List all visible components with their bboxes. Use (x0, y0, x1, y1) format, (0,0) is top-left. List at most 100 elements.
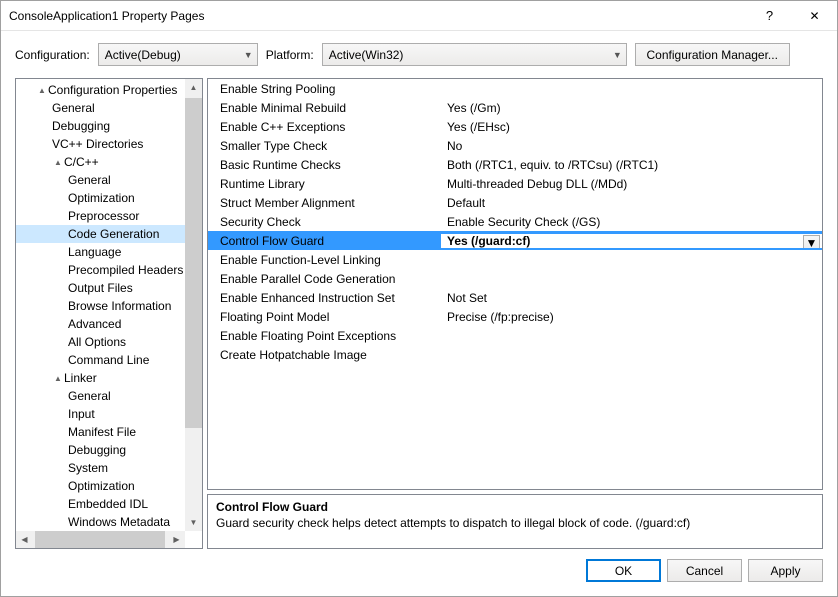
chevron-down-icon: ▼ (806, 236, 818, 248)
tree-node-linker-optimization[interactable]: Optimization (16, 477, 202, 495)
grid-row[interactable]: Floating Point ModelPrecise (/fp:precise… (208, 307, 822, 326)
tree-node-linker-windows-metadata[interactable]: Windows Metadata (16, 513, 202, 531)
tree-node-linker-input[interactable]: Input (16, 405, 202, 423)
scroll-thumb[interactable] (185, 98, 202, 428)
tree-node-linker[interactable]: ▲Linker (16, 369, 202, 387)
chevron-down-icon: ▼ (613, 50, 622, 60)
description-body: Guard security check helps detect attemp… (216, 515, 814, 531)
cancel-button[interactable]: Cancel (667, 559, 742, 582)
tree-node-cpp-preprocessor[interactable]: Preprocessor (16, 207, 202, 225)
scroll-thumb[interactable] (35, 531, 165, 548)
grid-row-label: Enable C++ Exceptions (208, 120, 441, 134)
grid-row[interactable]: Basic Runtime ChecksBoth (/RTC1, equiv. … (208, 155, 822, 174)
grid-row[interactable]: Enable C++ ExceptionsYes (/EHsc) (208, 117, 822, 136)
tree-node-cpp[interactable]: ▲C/C++ (16, 153, 202, 171)
tree-node-linker-manifest-file[interactable]: Manifest File (16, 423, 202, 441)
apply-button[interactable]: Apply (748, 559, 823, 582)
expand-icon: ▲ (52, 158, 64, 167)
grid-row-value[interactable]: Yes (/EHsc) (441, 120, 822, 134)
scroll-left-icon: ◀ (16, 531, 33, 548)
tree-node-linker-debugging[interactable]: Debugging (16, 441, 202, 459)
expand-icon: ▲ (36, 86, 48, 95)
grid-row-value[interactable]: Both (/RTC1, equiv. to /RTCsu) (/RTC1) (441, 158, 822, 172)
grid-row[interactable]: Security CheckEnable Security Check (/GS… (208, 212, 822, 231)
tree-node-cpp-precompiled-headers[interactable]: Precompiled Headers (16, 261, 202, 279)
property-tree[interactable]: ▲Configuration Properties General Debugg… (16, 79, 202, 548)
tree-node-linker-embedded-idl[interactable]: Embedded IDL (16, 495, 202, 513)
platform-label: Platform: (266, 48, 314, 62)
tree-node-cpp-advanced[interactable]: Advanced (16, 315, 202, 333)
ok-button[interactable]: OK (586, 559, 661, 582)
configuration-value: Active(Debug) (105, 48, 181, 62)
grid-row[interactable]: Enable Parallel Code Generation (208, 269, 822, 288)
tree-node-cpp-code-generation[interactable]: Code Generation (16, 225, 202, 243)
tree-vertical-scrollbar[interactable]: ▲ ▼ (185, 79, 202, 531)
grid-row-label: Smaller Type Check (208, 139, 441, 153)
description-panel: Control Flow Guard Guard security check … (207, 494, 823, 549)
titlebar: ConsoleApplication1 Property Pages ? ✕ (1, 1, 837, 31)
tree-node-cpp-language[interactable]: Language (16, 243, 202, 261)
grid-row[interactable]: Struct Member AlignmentDefault (208, 193, 822, 212)
grid-row-label: Enable Parallel Code Generation (208, 272, 441, 286)
grid-row-label: Runtime Library (208, 177, 441, 191)
configuration-manager-button[interactable]: Configuration Manager... (635, 43, 790, 66)
grid-row-label: Create Hotpatchable Image (208, 348, 441, 362)
chevron-down-icon: ▼ (244, 50, 253, 60)
grid-row-value[interactable]: No (441, 139, 822, 153)
grid-row[interactable]: Smaller Type CheckNo (208, 136, 822, 155)
tree-node-config-properties[interactable]: ▲Configuration Properties (16, 81, 202, 99)
scroll-right-icon: ▶ (168, 531, 185, 548)
grid-row[interactable]: Enable String Pooling (208, 79, 822, 98)
grid-row-label: Enable Function-Level Linking (208, 253, 441, 267)
scroll-down-icon: ▼ (185, 514, 202, 531)
grid-row-label: Security Check (208, 215, 441, 229)
grid-row-label: Control Flow Guard (208, 234, 441, 248)
grid-row[interactable]: Create Hotpatchable Image (208, 345, 822, 364)
grid-row[interactable]: Enable Function-Level Linking (208, 250, 822, 269)
grid-row-label: Basic Runtime Checks (208, 158, 441, 172)
close-button[interactable]: ✕ (792, 1, 837, 31)
grid-row[interactable]: Runtime LibraryMulti-threaded Debug DLL … (208, 174, 822, 193)
dropdown-button[interactable]: ▼ (803, 235, 820, 248)
property-grid: Enable String Pooling Enable Minimal Rebu… (207, 78, 823, 490)
tree-node-linker-system[interactable]: System (16, 459, 202, 477)
tree-node-debugging[interactable]: Debugging (16, 117, 202, 135)
grid-row[interactable]: Enable Floating Point Exceptions (208, 326, 822, 345)
grid-row-value[interactable]: Not Set (441, 291, 822, 305)
scroll-up-icon: ▲ (185, 79, 202, 96)
expand-icon: ▲ (52, 374, 64, 383)
tree-horizontal-scrollbar[interactable]: ◀ ▶ (16, 531, 185, 548)
grid-row[interactable]: Enable Minimal RebuildYes (/Gm) (208, 98, 822, 117)
tree-node-cpp-command-line[interactable]: Command Line (16, 351, 202, 369)
grid-row[interactable]: Enable Enhanced Instruction SetNot Set (208, 288, 822, 307)
grid-row-value[interactable]: Enable Security Check (/GS) (441, 215, 822, 229)
help-button[interactable]: ? (747, 1, 792, 31)
window-title: ConsoleApplication1 Property Pages (9, 9, 747, 23)
tree-node-linker-general[interactable]: General (16, 387, 202, 405)
grid-row-label: Struct Member Alignment (208, 196, 441, 210)
close-icon: ✕ (809, 9, 819, 23)
tree-node-general[interactable]: General (16, 99, 202, 117)
tree-panel: ▲Configuration Properties General Debugg… (15, 78, 203, 549)
config-toolbar: Configuration: Active(Debug) ▼ Platform:… (1, 31, 837, 78)
grid-row-label: Enable String Pooling (208, 82, 441, 96)
grid-row-label: Enable Floating Point Exceptions (208, 329, 441, 343)
tree-node-cpp-browse-information[interactable]: Browse Information (16, 297, 202, 315)
grid-row-label: Enable Minimal Rebuild (208, 101, 441, 115)
description-title: Control Flow Guard (216, 499, 814, 515)
tree-node-cpp-optimization[interactable]: Optimization (16, 189, 202, 207)
grid-row-value[interactable]: Yes (/Gm) (441, 101, 822, 115)
configuration-combo[interactable]: Active(Debug) ▼ (98, 43, 258, 66)
tree-node-vcpp-directories[interactable]: VC++ Directories (16, 135, 202, 153)
grid-row-value[interactable]: Multi-threaded Debug DLL (/MDd) (441, 177, 822, 191)
tree-node-cpp-output-files[interactable]: Output Files (16, 279, 202, 297)
platform-value: Active(Win32) (329, 48, 404, 62)
tree-node-cpp-general[interactable]: General (16, 171, 202, 189)
grid-row-value[interactable]: Yes (/guard:cf)▼ (441, 234, 822, 248)
grid-row[interactable]: Control Flow GuardYes (/guard:cf)▼ (208, 231, 822, 250)
grid-row-value[interactable]: Precise (/fp:precise) (441, 310, 822, 324)
dialog-footer: OK Cancel Apply (1, 549, 837, 596)
platform-combo[interactable]: Active(Win32) ▼ (322, 43, 627, 66)
tree-node-cpp-all-options[interactable]: All Options (16, 333, 202, 351)
grid-row-value[interactable]: Default (441, 196, 822, 210)
